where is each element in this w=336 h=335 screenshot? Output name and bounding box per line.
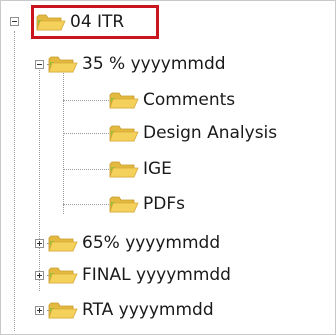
collapse-toggle-35[interactable] — [35, 60, 44, 69]
folder-icon — [48, 233, 78, 253]
tree-node-final[interactable]: FINAL yyyymmdd — [48, 263, 231, 287]
tree-guide-line — [63, 169, 109, 170]
expand-toggle-65[interactable] — [35, 239, 44, 248]
tree-node-label: 04 ITR — [70, 12, 125, 32]
tree-node-label: Comments — [143, 90, 236, 110]
tree-node-label: FINAL yyyymmdd — [82, 265, 231, 285]
tree-node-65[interactable]: 65% yyyymmdd — [48, 231, 220, 255]
collapse-toggle-root[interactable] — [10, 17, 19, 26]
folder-icon — [109, 90, 139, 110]
tree-guide-line — [63, 100, 109, 101]
tree-guide-line — [63, 133, 109, 134]
tree-node-label: 35 % yyyymmdd — [82, 54, 226, 74]
folder-icon — [109, 159, 139, 179]
tree-node-label: RTA yyyymmdd — [82, 300, 214, 320]
expand-toggle-rta[interactable] — [35, 306, 44, 315]
tree-node-comments[interactable]: Comments — [109, 88, 235, 112]
tree-node-pdfs[interactable]: PDFs — [109, 192, 185, 216]
tree-node-label: PDFs — [143, 194, 185, 214]
tree-guide-line — [63, 204, 109, 205]
tree-guide-line — [39, 66, 40, 291]
tree-node-label: Design Analysis — [143, 123, 278, 143]
expand-toggle-final[interactable] — [35, 271, 44, 280]
folder-icon — [109, 194, 139, 214]
tree-node-ige[interactable]: IGE — [109, 157, 172, 181]
tree-node-label: IGE — [143, 159, 172, 179]
tree-node-design-analysis[interactable]: Design Analysis — [109, 121, 277, 145]
tree-node-label: 65% yyyymmdd — [82, 233, 221, 253]
tree-guide-line — [14, 31, 15, 331]
folder-icon — [48, 265, 78, 285]
tree-node-root[interactable]: 04 ITR — [36, 10, 124, 34]
open-folder-icon — [36, 12, 66, 32]
tree-node-35[interactable]: 35 % yyyymmdd — [48, 52, 226, 76]
tree-guide-line — [63, 66, 64, 214]
folder-icon — [48, 300, 78, 320]
tree-node-rta[interactable]: RTA yyyymmdd — [48, 298, 214, 322]
open-folder-icon — [48, 54, 78, 74]
folder-icon — [109, 123, 139, 143]
